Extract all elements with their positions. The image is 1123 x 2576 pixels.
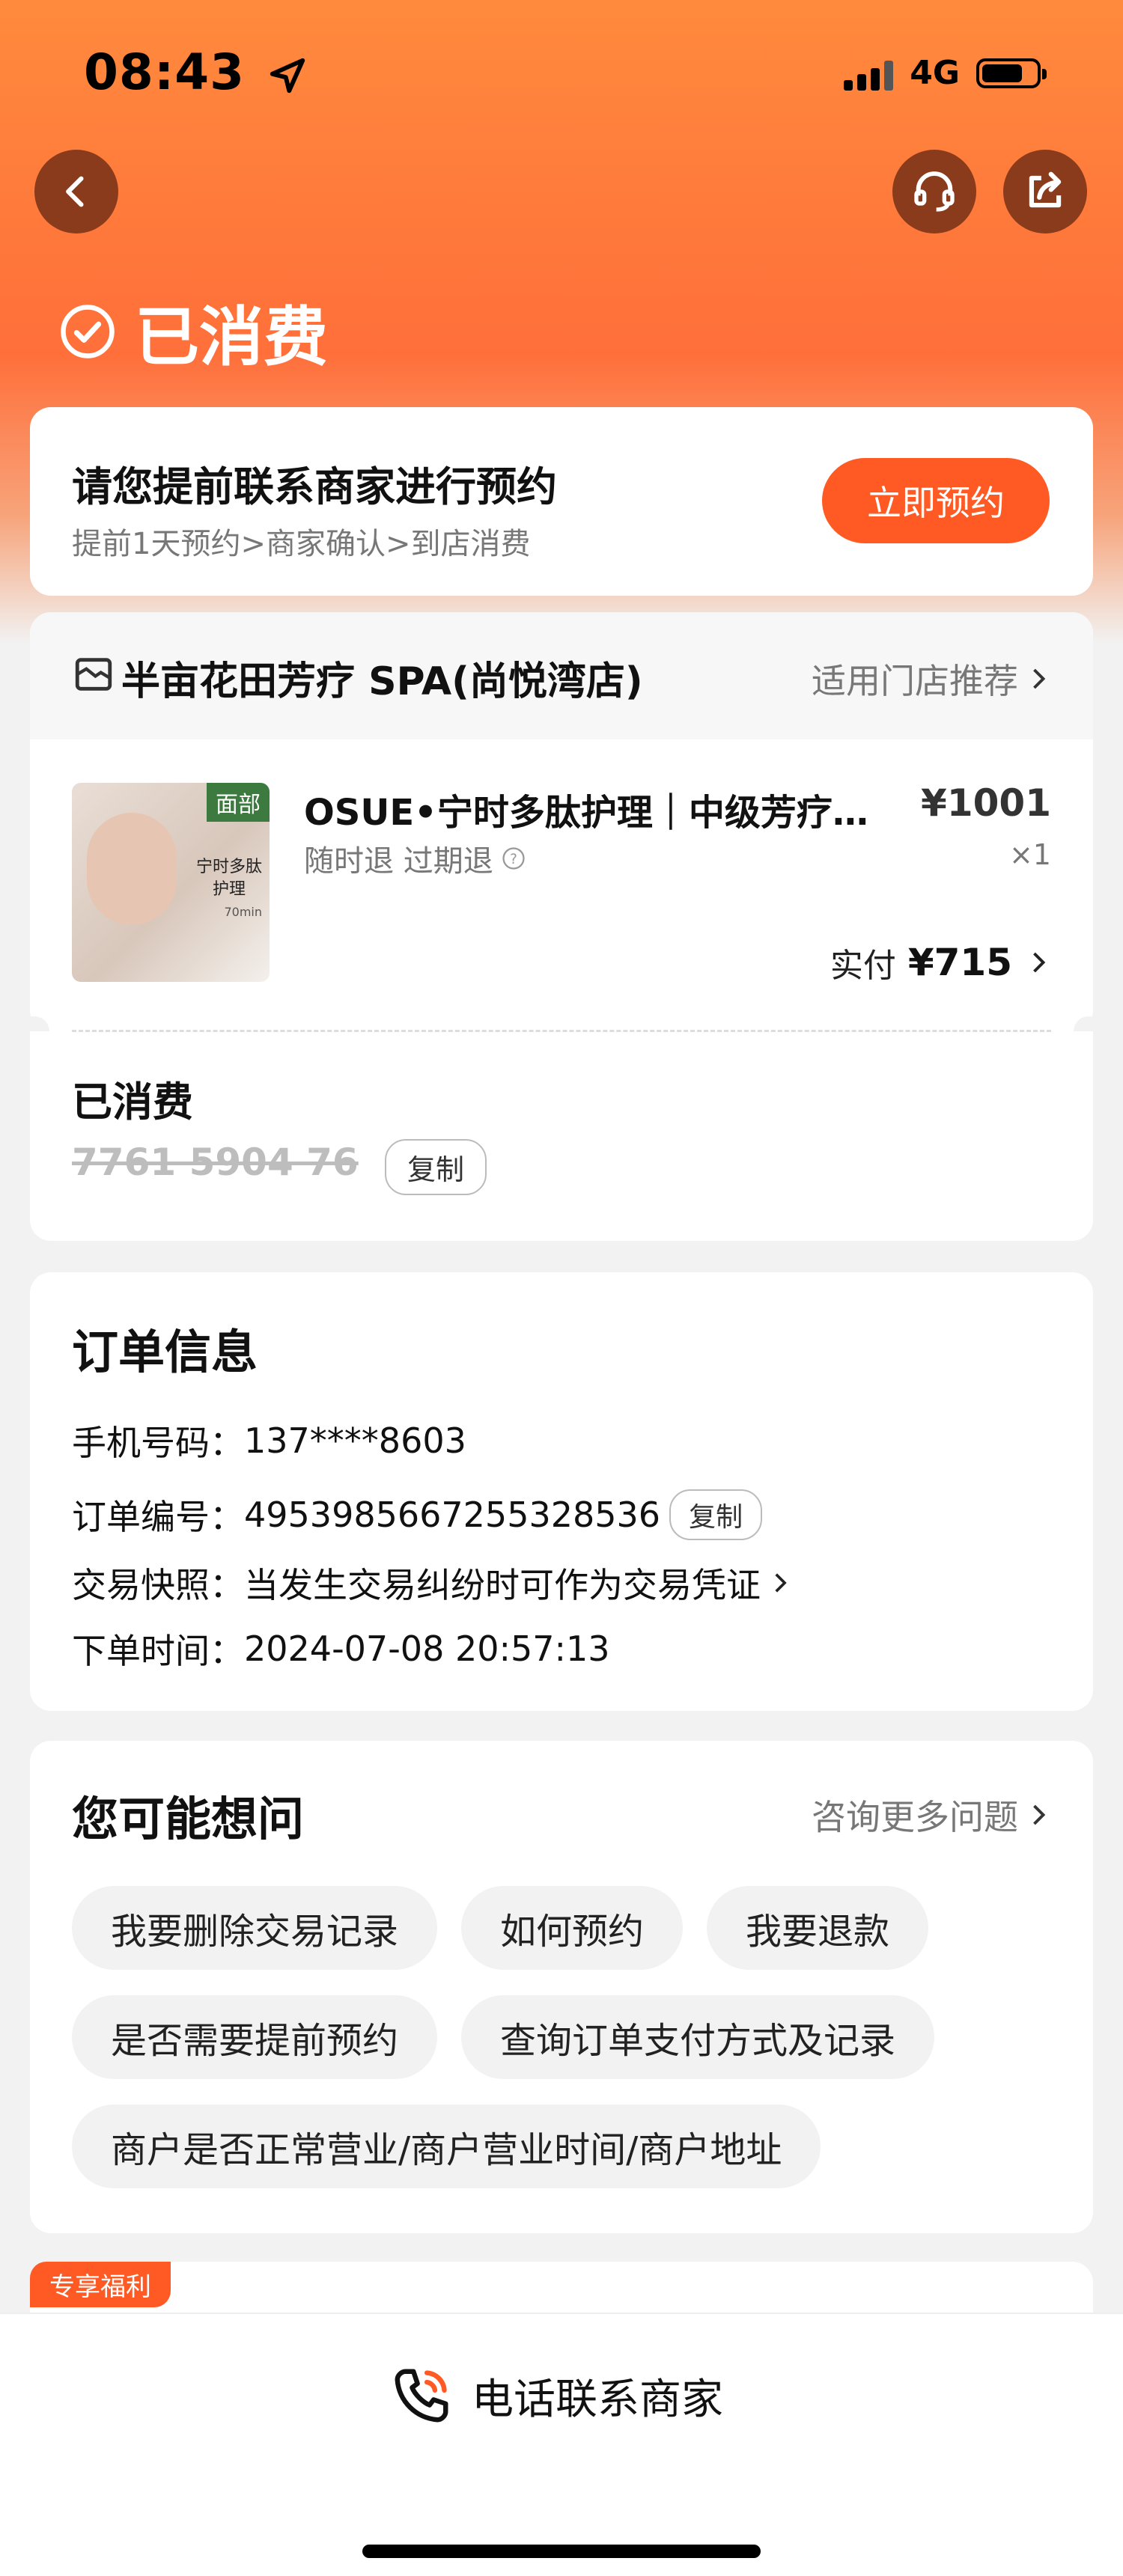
order-number-row: 订单编号： 4953985667255328536 复制 [72, 1489, 763, 1540]
more-questions-link[interactable]: 咨询更多问题 [812, 1790, 1051, 1840]
store-recommend-link[interactable]: 适用门店推荐 [812, 654, 1051, 703]
store-icon [75, 658, 112, 691]
faq-chip[interactable]: 查询订单支付方式及记录 [461, 1995, 935, 2079]
order-time: 2024-07-08 20:57:13 [244, 1629, 610, 1669]
paid-label: 实付 [830, 947, 896, 985]
status-indicators: 4G [844, 54, 1047, 92]
copy-order-button[interactable]: 复制 [669, 1489, 763, 1540]
call-merchant-button[interactable]: 电话联系商家 [389, 2363, 723, 2428]
phone-icon [395, 2369, 448, 2423]
face-shape [87, 813, 177, 925]
voucher-status: 已消费 [72, 1078, 193, 1126]
benefit-badge: 专享福利 [30, 2262, 171, 2307]
faq-chip[interactable]: 我要删除交易记录 [72, 1886, 438, 1970]
order-status-label: 已消费 [135, 300, 328, 375]
product-image[interactable]: 面部 宁时多肽 护理 70min [72, 783, 270, 982]
status-time: 08:43 [84, 43, 308, 101]
product-image-text: 宁时多肽 护理 70min [196, 858, 263, 919]
chevron-right-icon [1033, 1804, 1046, 1825]
store-name[interactable]: 半亩花田芳疗 SPA(尚悦湾店) [121, 650, 643, 706]
battery-icon [976, 58, 1047, 88]
faq-chip[interactable]: 商户是否正常营业/商户营业时间/商户地址 [72, 2105, 821, 2188]
home-indicator [362, 2545, 761, 2558]
faq-card: 您可能想问 咨询更多问题 我要删除交易记录 如何预约 我要退款 是否需要提前预约… [30, 1741, 1093, 2233]
product-card: 半亩花田芳疗 SPA(尚悦湾店) 适用门店推荐 面部 宁时多肽 护理 70min… [30, 612, 1093, 1031]
product-price: ¥1001 [921, 781, 1051, 825]
snapshot-row[interactable]: 交易快照： 当发生交易纠纷时可作为交易凭证 [72, 1558, 792, 1608]
book-now-button[interactable]: 立即预约 [822, 458, 1050, 543]
chevron-right-icon [1033, 668, 1046, 689]
customer-service-button[interactable] [892, 150, 976, 234]
order-time-row: 下单时间： 2024-07-08 20:57:13 [72, 1629, 610, 1671]
faq-title: 您可能想问 [72, 1792, 305, 1846]
headset-icon [914, 171, 955, 212]
signal-icon [844, 56, 894, 91]
paid-amount-link[interactable]: 实付 ¥715 [830, 938, 1051, 986]
svg-text:?: ? [510, 852, 517, 867]
chevron-left-icon [66, 176, 84, 207]
booking-title: 请您提前联系商家进行预约 [72, 463, 557, 510]
back-button[interactable] [34, 150, 118, 234]
order-number: 4953985667255328536 [244, 1495, 661, 1535]
phone-number: 137****8603 [244, 1420, 466, 1461]
booking-steps: 提前1天预约>商家确认>到店消费 [72, 527, 531, 561]
refund-policy: 随时退 过期退 ? [304, 837, 526, 880]
voucher-code: 7761 5904 76 [72, 1141, 359, 1184]
paid-amount: ¥715 [907, 941, 1012, 984]
copy-code-button[interactable]: 复制 [385, 1139, 487, 1195]
chevron-right-icon [1033, 952, 1046, 973]
faq-chip[interactable]: 我要退款 [707, 1886, 929, 1970]
check-circle-icon [61, 304, 115, 358]
call-merchant-label: 电话联系商家 [472, 2375, 723, 2424]
voucher-card: 已消费 7761 5904 76 复制 [30, 1030, 1093, 1241]
help-icon: ? [502, 847, 525, 870]
store-recommend-label: 适用门店推荐 [812, 661, 1018, 701]
share-button[interactable] [1003, 150, 1087, 234]
chevron-right-icon [775, 1573, 787, 1593]
booking-card: 请您提前联系商家进行预约 提前1天预约>商家确认>到店消费 立即预约 [30, 407, 1093, 596]
product-title[interactable]: OSUE•宁时多肽护理｜中级芳疗… [304, 783, 868, 835]
order-info-title: 订单信息 [72, 1325, 258, 1379]
order-status: 已消费 [58, 284, 328, 378]
faq-chip[interactable]: 是否需要提前预约 [72, 1995, 438, 2079]
network-type: 4G [910, 54, 960, 92]
share-icon [1029, 171, 1062, 208]
location-arrow-icon [270, 58, 305, 94]
product-tag: 面部 [207, 783, 270, 822]
bottom-bar [0, 2313, 1123, 2576]
snapshot-link[interactable]: 当发生交易纠纷时可作为交易凭证 [244, 1558, 761, 1608]
product-qty: ×1 [1008, 838, 1051, 871]
ticket-divider [72, 1030, 1051, 1032]
more-questions-label: 咨询更多问题 [812, 1797, 1018, 1837]
faq-chip[interactable]: 如何预约 [461, 1886, 684, 1970]
order-info-card: 订单信息 手机号码： 137****8603 订单编号： 4953985667255… [30, 1272, 1093, 1711]
phone-row: 手机号码： 137****8603 [72, 1420, 466, 1463]
